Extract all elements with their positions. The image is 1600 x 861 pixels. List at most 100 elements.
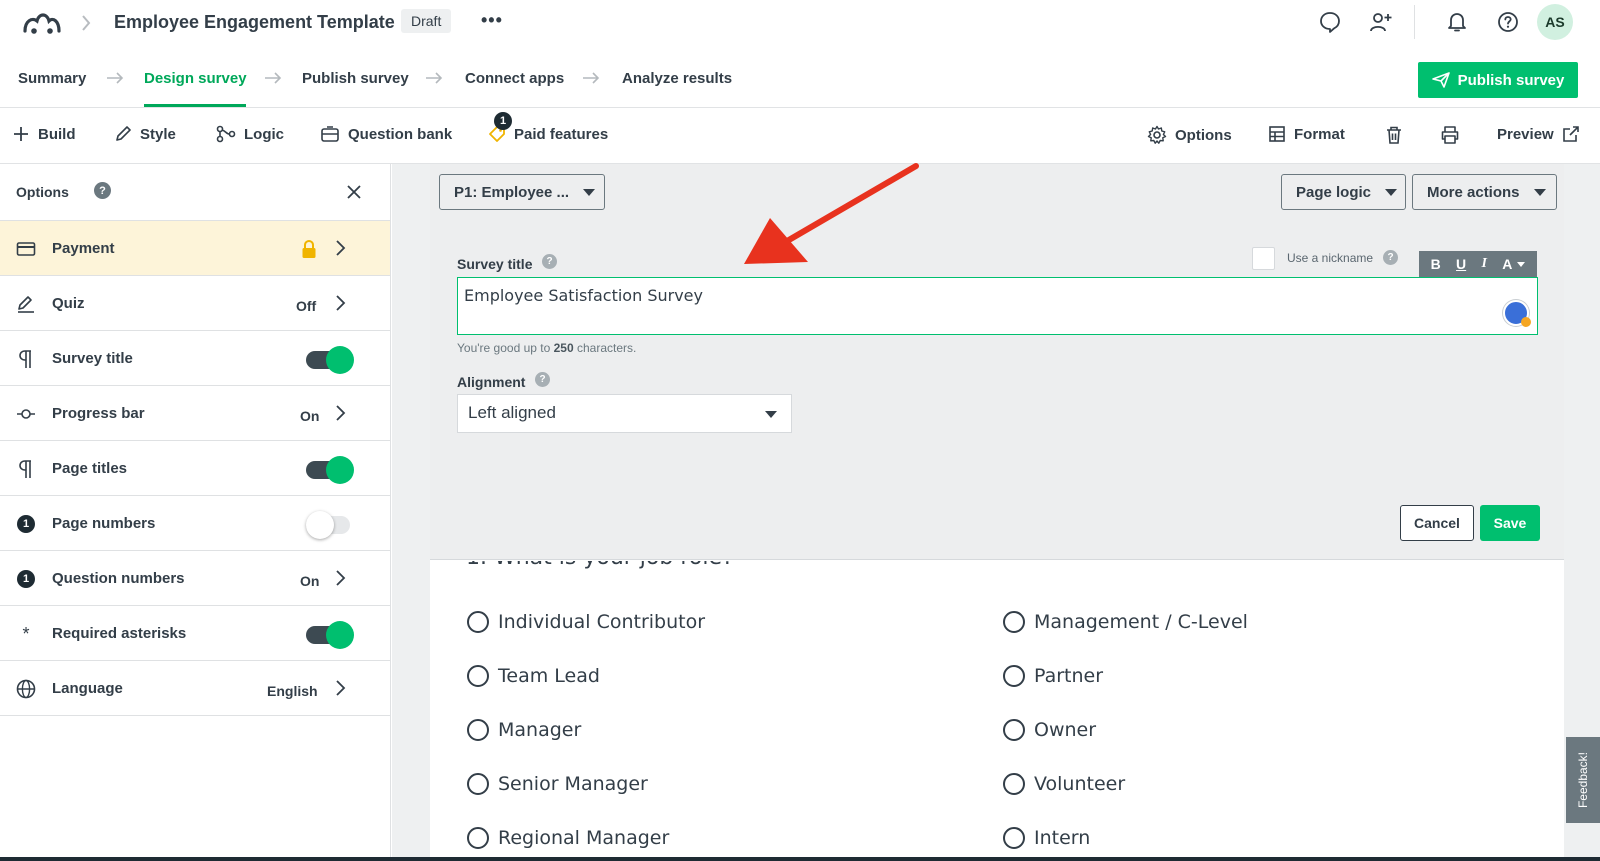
option-row-question-numbers[interactable]: 1 Question numbers On [0,551,390,606]
option-label: Language [52,680,123,697]
chat-bubble-icon[interactable] [1319,11,1341,33]
step-design-survey[interactable]: Design survey [144,70,247,87]
radio-button[interactable] [467,665,489,687]
gear-icon [1147,125,1167,144]
options-tab[interactable]: Options [1147,125,1232,145]
add-user-icon[interactable] [1369,11,1393,33]
alignment-value: Left aligned [468,403,556,422]
page-logic-dropdown[interactable]: Page logic [1281,174,1406,210]
option-row-language[interactable]: Language English [0,661,390,716]
choice-label: Owner [1034,719,1097,741]
char-hint-suffix: characters. [573,341,637,355]
paragraph-icon [16,349,36,369]
option-row-payment[interactable]: Payment [0,221,390,276]
publish-survey-button[interactable]: Publish survey [1418,62,1578,98]
question-bank-tab[interactable]: Question bank [320,125,452,143]
char-hint-prefix: You're good up to [457,341,554,355]
option-row-progress-bar[interactable]: Progress bar On [0,386,390,441]
options-help-icon[interactable]: ? [94,182,111,199]
choice-option[interactable]: Individual Contributor [467,611,705,633]
radio-button[interactable] [1003,827,1025,849]
status-badge: Draft [401,9,452,33]
number-one-icon: 1 [16,514,36,534]
alignment-label: Alignment [457,374,526,390]
chevron-right-icon [334,569,346,587]
choice-option[interactable]: Owner [1003,719,1096,741]
user-avatar[interactable]: AS [1537,4,1573,40]
format-tab[interactable]: Format [1268,125,1345,143]
survey-title-help-icon[interactable]: ? [542,254,557,269]
option-label: Survey title [52,350,133,367]
bold-button[interactable]: B [1431,256,1441,272]
choice-label: Manager [498,719,582,741]
alignment-help-icon[interactable]: ? [535,372,550,387]
red-annotation-arrow-icon [740,160,920,272]
logic-tab[interactable]: Logic [216,125,284,143]
app-logo-icon[interactable] [22,9,62,35]
chevron-right-icon [334,679,346,697]
choice-option[interactable]: Partner [1003,665,1103,687]
chevron-right-icon [334,239,346,257]
print-button[interactable] [1440,125,1460,145]
question-preview: 1. What is your job role? Individual Con… [430,561,1564,861]
survey-title-toggle[interactable] [306,346,356,374]
underline-button[interactable]: U [1456,256,1466,272]
notification-bell-icon[interactable] [1447,11,1467,33]
alignment-select[interactable]: Left aligned [457,394,792,433]
radio-button[interactable] [467,719,489,741]
choice-option[interactable]: Intern [1003,827,1090,849]
page-titles-toggle[interactable] [306,456,356,484]
step-analyze-results[interactable]: Analyze results [622,70,732,87]
option-row-quiz[interactable]: Quiz Off [0,276,390,331]
radio-button[interactable] [467,773,489,795]
survey-name-title[interactable]: Employee Engagement Template [114,12,395,33]
choice-option[interactable]: Manager [467,719,581,741]
radio-button[interactable] [1003,665,1025,687]
italic-button[interactable]: I [1481,256,1486,272]
page-select-label: P1: Employee ... [454,183,570,201]
pencil-icon [116,126,131,141]
question-title[interactable]: 1. What is your job role? [466,561,734,570]
top-bar: Employee Engagement Template Draft ••• A… [0,0,1600,46]
text-color-button[interactable]: A [1502,256,1526,272]
toolbar-divider [1414,5,1415,39]
external-link-icon [1562,126,1579,142]
publish-survey-label: Publish survey [1457,71,1565,89]
preview-button[interactable]: Preview [1497,125,1580,143]
page-select-dropdown[interactable]: P1: Employee ... [439,174,605,210]
style-tab[interactable]: Style [114,125,176,143]
save-button[interactable]: Save [1480,505,1540,541]
paragraph-icon [16,459,36,479]
asterisk-icon: * [22,623,30,644]
radio-button[interactable] [1003,719,1025,741]
step-summary[interactable]: Summary [18,70,86,87]
choice-label: Individual Contributor [498,611,706,633]
radio-button[interactable] [467,827,489,849]
choice-option[interactable]: Management / C-Level [1003,611,1248,633]
page-numbers-toggle[interactable] [306,511,356,539]
choice-option[interactable]: Regional Manager [467,827,669,849]
choice-option[interactable]: Team Lead [467,665,600,687]
nickname-help-icon[interactable]: ? [1383,250,1398,265]
step-connect-apps[interactable]: Connect apps [465,70,564,87]
choice-option[interactable]: Senior Manager [467,773,648,795]
cancel-button[interactable]: Cancel [1400,505,1474,541]
options-panel: Options ? Payment Quiz Off Survey title … [0,164,391,861]
build-tab[interactable]: Build [12,125,76,143]
more-actions-dropdown[interactable]: More actions [1412,174,1557,210]
feedback-tab[interactable]: Feedback! [1566,737,1600,823]
more-options-button[interactable]: ••• [481,10,503,31]
delete-button[interactable] [1385,125,1403,145]
close-panel-icon[interactable] [346,184,362,200]
use-nickname-checkbox[interactable] [1252,247,1275,270]
help-circle-icon[interactable] [1497,11,1519,33]
grammar-assistant-icon[interactable] [1503,300,1531,327]
radio-button[interactable] [1003,611,1025,633]
choice-option[interactable]: Volunteer [1003,773,1125,795]
radio-button[interactable] [467,611,489,633]
step-publish-survey[interactable]: Publish survey [302,70,409,87]
required-asterisks-toggle[interactable] [306,621,356,649]
plus-icon [14,127,28,141]
survey-title-input[interactable]: Employee Satisfaction Survey [457,277,1538,335]
radio-button[interactable] [1003,773,1025,795]
